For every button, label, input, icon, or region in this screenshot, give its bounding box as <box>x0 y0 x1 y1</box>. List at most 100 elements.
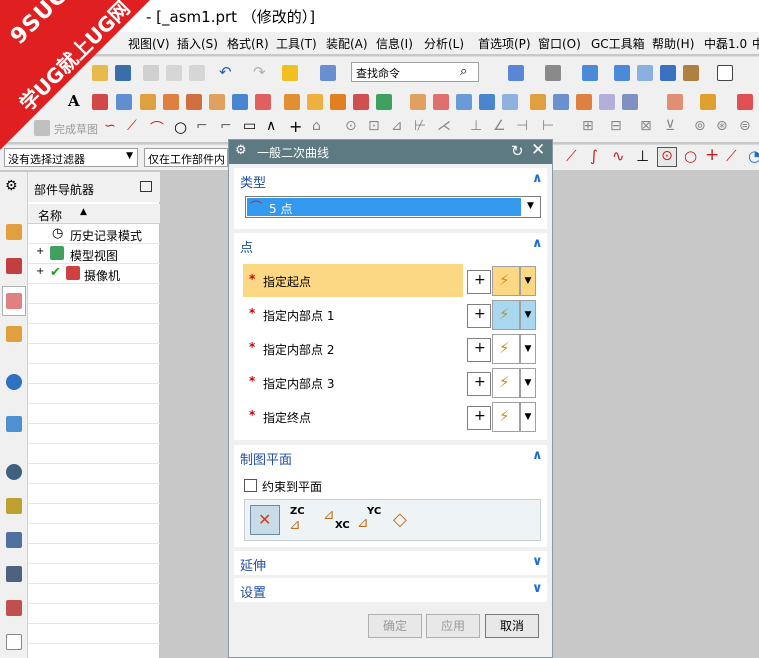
inferred-point-button[interactable]: ⚡ <box>492 334 520 364</box>
trim-curve-icon[interactable]: ⊬ <box>414 118 426 134</box>
paste-icon[interactable] <box>189 65 205 81</box>
menu-help[interactable]: 帮助(H) <box>652 35 694 52</box>
type-section-header[interactable]: 类型 <box>240 172 266 191</box>
plane-section-header[interactable]: 制图平面 <box>240 449 292 468</box>
boss-icon[interactable] <box>209 94 225 110</box>
system-scene-icon[interactable] <box>6 634 22 650</box>
trim-body-icon[interactable] <box>410 94 426 110</box>
render-style-icon[interactable] <box>545 65 561 81</box>
circle-icon[interactable]: ○ <box>174 118 187 136</box>
shell-icon[interactable] <box>502 94 518 110</box>
part-navigator-tab[interactable] <box>2 286 26 316</box>
tree-row-model-views[interactable]: + 模型视图 <box>28 244 160 264</box>
snap-quadrant-icon[interactable]: ◔ <box>748 147 759 165</box>
intersect-icon[interactable] <box>353 94 369 110</box>
redo-icon[interactable]: ↷ <box>253 63 266 81</box>
pattern-icon[interactable] <box>284 94 300 110</box>
menu-zhonglei[interactable]: 中磊1.0 <box>704 35 747 52</box>
infer-constraints-icon[interactable]: ⊚ <box>694 118 706 134</box>
extend-section-header[interactable]: 延伸 <box>240 555 266 574</box>
tree-row-history[interactable]: ◷ 历史记录模式 <box>28 224 160 244</box>
gear-icon[interactable]: ⚙ <box>5 178 18 194</box>
unite-icon[interactable] <box>307 94 323 110</box>
chevron-up-icon[interactable]: ∧ <box>532 171 543 186</box>
inferred-point-button[interactable]: ⚡ <box>492 402 520 432</box>
draft-icon[interactable] <box>553 94 569 110</box>
snap-spline-icon[interactable]: ∿ <box>612 147 625 165</box>
convert-reference-icon[interactable]: ⊠ <box>640 118 652 134</box>
wireframe-cube-icon[interactable] <box>637 65 653 81</box>
split-icon[interactable] <box>599 94 615 110</box>
point-dialog-button[interactable]: + <box>467 406 491 430</box>
view-layout-icon[interactable] <box>508 65 524 81</box>
xc-plane-button[interactable]: XC ⊿ <box>321 505 351 535</box>
graphics-window[interactable] <box>160 172 228 658</box>
thicken-icon[interactable] <box>479 94 495 110</box>
mirror-icon[interactable] <box>530 94 546 110</box>
chevron-up-icon[interactable]: ∧ <box>532 236 543 251</box>
reattach-icon[interactable]: ⊜ <box>739 118 751 134</box>
system-materials-icon[interactable] <box>6 498 22 514</box>
menu-insert[interactable]: 插入(S) <box>177 35 218 52</box>
chevron-down-icon[interactable]: ▼ <box>520 402 536 432</box>
blue-cube-icon[interactable] <box>660 65 676 81</box>
undo-icon[interactable]: ↶ <box>219 63 232 81</box>
point-icon[interactable]: + <box>289 117 302 136</box>
dimension-icon[interactable]: ⊣ <box>516 118 528 134</box>
subtract-icon[interactable] <box>330 94 346 110</box>
zc-plane-button[interactable]: ZC ⊿ <box>287 505 317 535</box>
expand-icon[interactable]: + <box>36 246 44 257</box>
revolve-icon[interactable] <box>163 94 179 110</box>
mirror-curve-icon[interactable]: ⊿ <box>391 118 403 134</box>
blend-icon[interactable] <box>232 94 248 110</box>
hole-icon[interactable] <box>186 94 202 110</box>
geometric-constraint-icon[interactable]: ∠ <box>493 118 506 134</box>
color-box-icon[interactable] <box>717 65 733 81</box>
menu-overflow[interactable]: 中 <box>752 35 759 52</box>
rectangle-icon[interactable]: ▭ <box>243 118 256 134</box>
menu-window[interactable]: 窗口(O) <box>538 35 581 52</box>
selection-filter-select[interactable]: 没有选择过滤器 ▼ <box>4 148 138 167</box>
chevron-up-icon[interactable]: ∧ <box>532 448 543 463</box>
manufacturing-wizard-icon[interactable] <box>6 566 22 582</box>
reuse-library-icon[interactable] <box>6 326 22 342</box>
sew-icon[interactable] <box>456 94 472 110</box>
menu-preferences[interactable]: 首选项(P) <box>478 35 531 52</box>
assembly-navigator-icon[interactable] <box>6 224 22 240</box>
menu-tools[interactable]: 工具(T) <box>276 35 317 52</box>
snap-curve-icon[interactable]: ∫ <box>590 147 598 165</box>
chevron-down-icon[interactable]: ∨ <box>532 554 543 569</box>
chamfer-sketch-icon[interactable]: ⌐ <box>220 118 232 134</box>
type-select[interactable]: ⌒ 5 点 ▼ <box>245 196 541 218</box>
show-constraints-icon[interactable]: ⊞ <box>582 118 594 134</box>
menu-format[interactable]: 格式(R) <box>227 35 269 52</box>
assembly-icon[interactable] <box>376 94 392 110</box>
constraint-navigator-icon[interactable] <box>6 258 22 274</box>
menu-assembly[interactable]: 装配(A) <box>326 35 368 52</box>
light-icon[interactable] <box>282 65 298 81</box>
delete-icon[interactable] <box>737 94 753 110</box>
reset-icon[interactable]: ↻ <box>511 142 524 160</box>
extend-section[interactable]: 延伸 ∨ <box>234 551 547 575</box>
close-icon[interactable]: ✕ <box>531 140 545 160</box>
point-dialog-button[interactable]: + <box>467 270 491 294</box>
extend-curve-icon[interactable]: ⋌ <box>437 118 451 134</box>
scope-filter-select[interactable]: 仅在工作部件内 <box>144 148 228 167</box>
snap-center-icon[interactable]: ⊙ <box>657 147 677 167</box>
cancel-button[interactable]: 取消 <box>485 614 539 638</box>
menu-info[interactable]: 信息(I) <box>376 35 413 52</box>
sketch-settings-icon[interactable]: ⊛ <box>716 118 728 134</box>
column-header[interactable]: 名称 ▲ <box>28 204 160 224</box>
snap-tangent-icon[interactable]: ⟋ <box>726 147 737 165</box>
move-face-icon[interactable] <box>622 94 638 110</box>
inferred-point-button[interactable]: ⚡ <box>492 300 520 330</box>
shaded-cube-icon[interactable] <box>582 65 598 81</box>
point-dialog-button[interactable]: + <box>467 338 491 362</box>
chevron-down-icon[interactable]: ▼ <box>520 368 536 398</box>
point-dialog-button[interactable]: + <box>467 372 491 396</box>
animate-dimension-icon[interactable]: ⊟ <box>610 118 622 134</box>
arc-icon[interactable]: ⌒ <box>150 118 164 138</box>
history-icon[interactable] <box>6 416 22 432</box>
snap-point-icon[interactable]: ○ <box>684 147 697 165</box>
maximize-icon[interactable] <box>140 181 152 192</box>
